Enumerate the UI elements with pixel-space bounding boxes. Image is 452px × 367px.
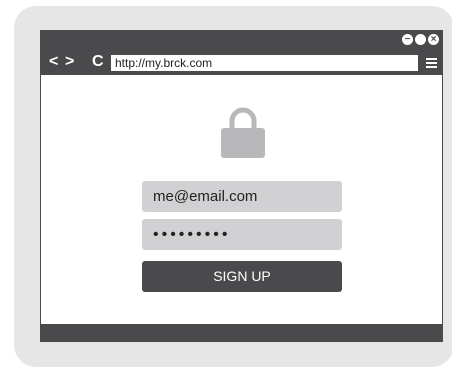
back-arrow-icon[interactable]: < <box>49 53 58 71</box>
browser-toolbar: − × < > C http://my.brck.com <box>41 31 442 75</box>
address-bar[interactable]: http://my.brck.com <box>111 55 418 71</box>
sign-up-button[interactable]: SIGN UP <box>142 261 342 292</box>
hamburger-menu-icon[interactable] <box>426 58 437 68</box>
maximize-window-icon[interactable] <box>415 34 426 45</box>
browser-window: − × < > C http://my.brck.com me@email.co… <box>40 30 443 342</box>
browser-status-bar <box>41 324 442 341</box>
minimize-window-icon[interactable]: − <box>402 34 413 45</box>
email-field[interactable]: me@email.com <box>142 181 342 212</box>
close-window-icon[interactable]: × <box>428 34 439 45</box>
lock-icon <box>221 107 265 158</box>
forward-arrow-icon[interactable]: > <box>65 53 74 71</box>
password-field[interactable]: ••••••••• <box>142 219 342 250</box>
reload-icon[interactable]: C <box>92 53 104 71</box>
